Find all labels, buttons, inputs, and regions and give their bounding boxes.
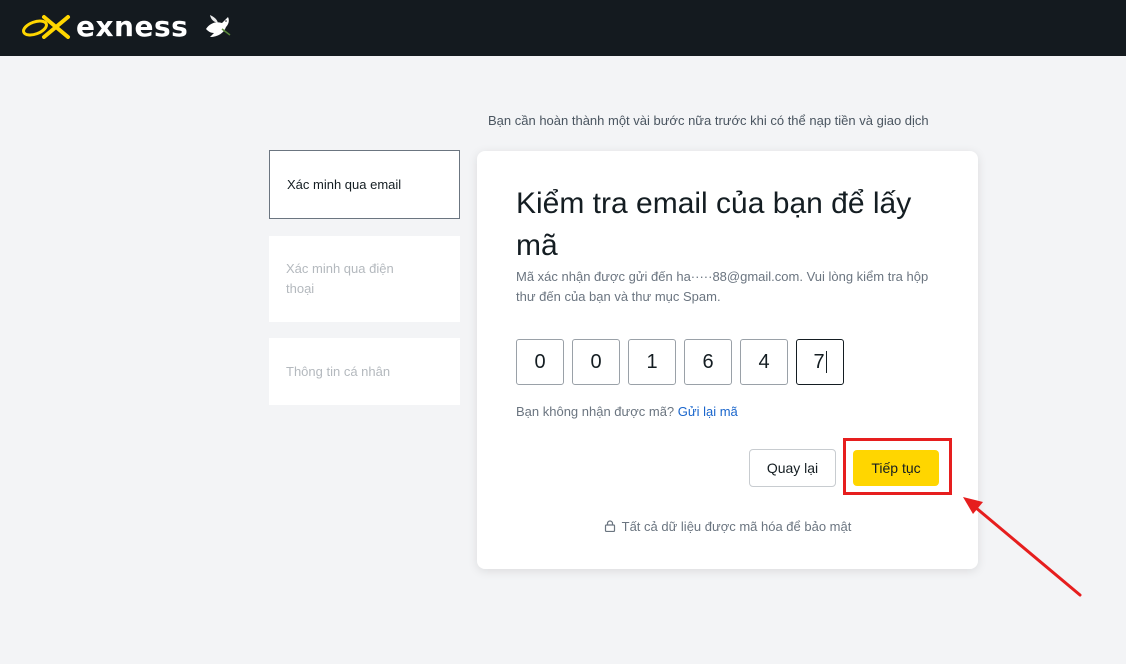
security-note: Tất cả dữ liệu được mã hóa để bảo mật xyxy=(477,519,978,534)
brand-name: exness xyxy=(76,9,189,43)
peace-dove-icon xyxy=(206,15,231,37)
security-note-text: Tất cả dữ liệu được mã hóa để bảo mật xyxy=(621,519,852,534)
page-title: Kiểm tra email của bạn để lấy mã xyxy=(516,187,912,262)
code-digit-field-focused[interactable]: 7 xyxy=(796,339,844,385)
back-button[interactable]: Quay lại xyxy=(749,449,836,487)
resend-code-link[interactable]: Gửi lại mã xyxy=(678,404,738,419)
top-navigation-bar: exness xyxy=(0,0,1126,56)
code-digit-field[interactable]: 4 xyxy=(740,339,788,385)
code-sent-description: Mã xác nhận được gửi đến ha·····88@gmail… xyxy=(516,269,929,304)
code-digit-field[interactable]: 0 xyxy=(516,339,564,385)
resend-prompt: Bạn không nhận được mã? xyxy=(516,404,675,419)
lock-icon xyxy=(604,520,615,532)
code-digit-field[interactable]: 1 xyxy=(628,339,676,385)
email-code-card: Kiểm tra email của bạn để lấy mã Mã xác … xyxy=(477,151,978,569)
step-label: Thông tin cá nhân xyxy=(286,364,391,379)
exness-logo-mark-icon xyxy=(22,15,70,39)
verification-notice: Bạn cần hoàn thành một vài bước nữa trướ… xyxy=(488,113,929,128)
step-label: Xác minh qua điện thoại xyxy=(286,261,394,296)
highlight-box xyxy=(843,438,952,495)
code-digit-field[interactable]: 0 xyxy=(572,339,620,385)
red-pointer-arrow-icon xyxy=(963,497,1082,597)
step-email-verification[interactable]: Xác minh qua email xyxy=(269,150,460,219)
text-caret xyxy=(825,351,827,373)
exness-logo[interactable]: exness xyxy=(20,4,234,48)
step-phone-verification: Xác minh qua điện thoại xyxy=(269,236,460,322)
code-digit-field[interactable]: 6 xyxy=(684,339,732,385)
step-personal-info: Thông tin cá nhân xyxy=(269,338,460,405)
step-label: Xác minh qua email xyxy=(287,177,402,192)
verification-code-input: 0 0 1 6 4 7 xyxy=(516,339,852,385)
resend-row: Bạn không nhận được mã? Gửi lại mã xyxy=(516,404,738,419)
